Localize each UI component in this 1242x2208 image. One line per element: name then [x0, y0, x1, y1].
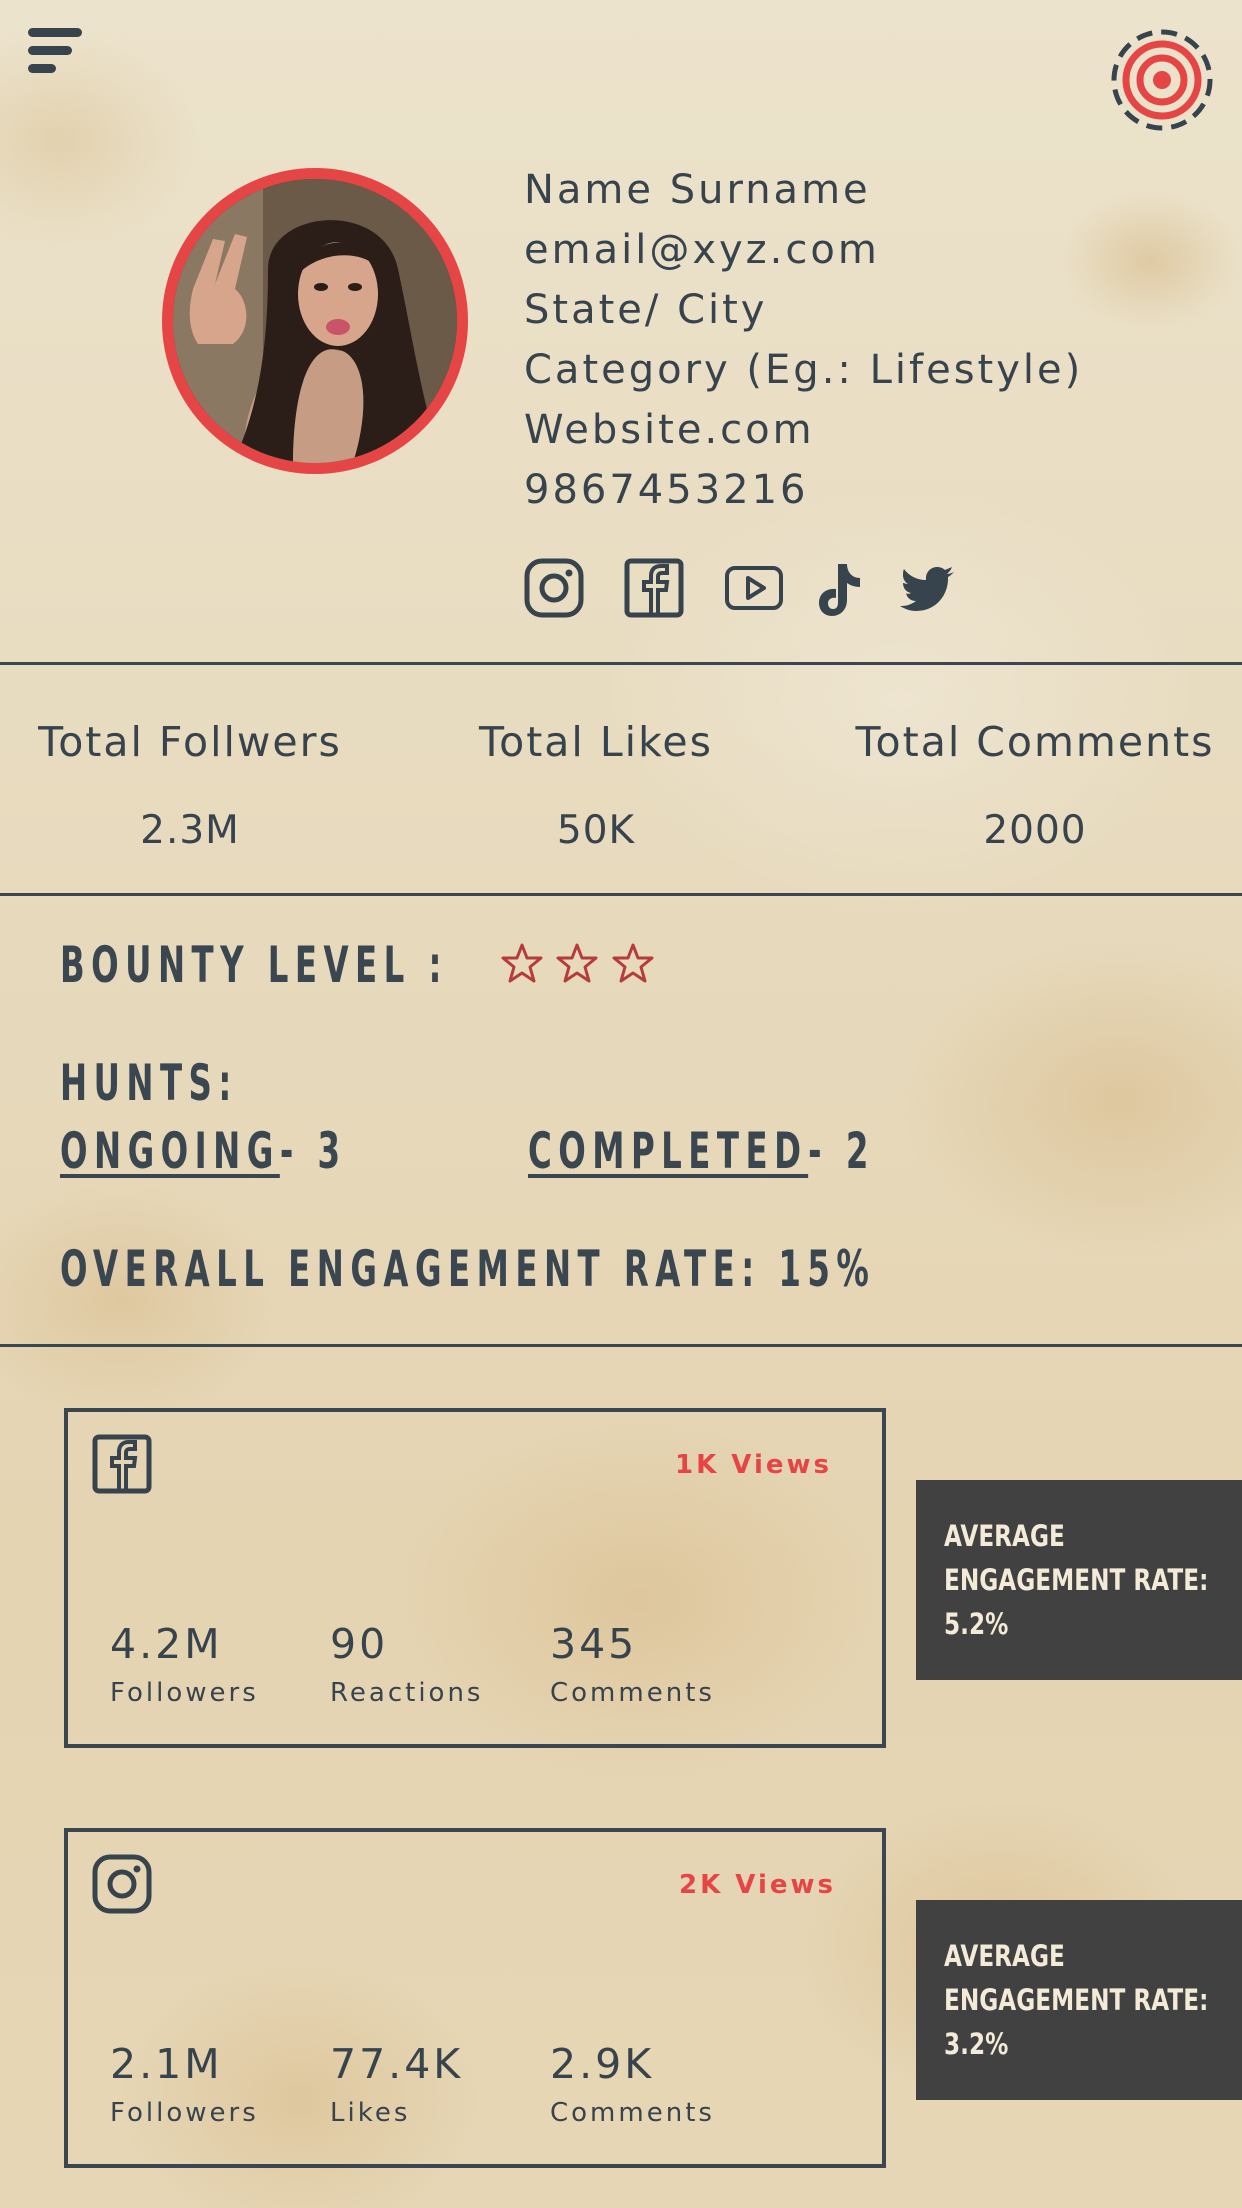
profile-location: State/ City — [524, 287, 768, 333]
star-icon — [500, 942, 544, 986]
star-icon — [611, 942, 655, 986]
bounty-level-label: BOUNTY LEVEL : — [60, 936, 448, 994]
stat-label: Followers — [110, 1678, 259, 1708]
completed-link[interactable]: COMPLETED — [528, 1122, 808, 1180]
target-icon[interactable] — [1110, 28, 1214, 132]
stat-label: Reactions — [330, 1678, 484, 1708]
instagram-icon — [92, 1854, 152, 1914]
total-followers-value: 2.3M — [140, 808, 240, 853]
stat-value: 345 — [550, 1620, 638, 1668]
stat-value: 77.4K — [330, 2040, 464, 2088]
aer-value: 5.2% — [944, 1607, 1009, 1641]
facebook-icon — [92, 1434, 152, 1494]
total-likes-label: Total Likes — [479, 718, 713, 766]
aer-line: AVERAGE — [944, 1519, 1065, 1553]
profile-category: Category (Eg.: Lifestyle) — [524, 347, 1084, 393]
stat-label: Followers — [110, 2098, 259, 2128]
hunts-ongoing[interactable]: ONGOING- 3 — [60, 1122, 347, 1180]
stat-label: Comments — [550, 2098, 715, 2128]
profile-website[interactable]: Website.com — [524, 406, 815, 454]
tiktok-icon[interactable] — [818, 558, 864, 618]
average-engagement-rate-instagram: AVERAGE ENGAGEMENT RATE: 3.2% — [916, 1900, 1242, 2100]
stat-label: Comments — [550, 1678, 715, 1708]
total-likes-value: 50K — [556, 808, 636, 853]
total-followers-label: Total Follwers — [38, 718, 342, 766]
divider — [0, 662, 1242, 665]
hamburger-menu-icon[interactable] — [28, 28, 84, 84]
stat-value: 2.9K — [550, 2040, 655, 2088]
hunts-completed[interactable]: COMPLETED- 2 — [528, 1122, 875, 1180]
completed-count: - 2 — [808, 1122, 875, 1180]
youtube-icon[interactable] — [724, 558, 784, 618]
views-count: 1K Views — [675, 1450, 832, 1480]
divider — [0, 1344, 1242, 1347]
views-count: 2K Views — [679, 1870, 836, 1900]
instagram-icon[interactable] — [524, 558, 584, 618]
platform-card-instagram[interactable]: 2K Views 2.1M Followers 77.4K Likes 2.9K… — [64, 1828, 886, 2168]
platform-card-facebook[interactable]: 1K Views 4.2M Followers 90 Reactions 345… — [64, 1408, 886, 1748]
total-comments-value: 2000 — [983, 808, 1087, 853]
aer-line: ENGAGEMENT RATE: — [944, 1563, 1209, 1597]
profile-email[interactable]: email@xyz.com — [524, 226, 880, 274]
average-engagement-rate-facebook: AVERAGE ENGAGEMENT RATE: 5.2% — [916, 1480, 1242, 1680]
aer-line: AVERAGE — [944, 1939, 1065, 1973]
ongoing-count: - 3 — [279, 1122, 347, 1180]
stat-value: 90 — [330, 1620, 389, 1668]
twitter-icon[interactable] — [900, 558, 956, 618]
profile-name: Name Surname — [524, 167, 871, 213]
aer-line: ENGAGEMENT RATE: — [944, 1983, 1209, 2017]
stat-value: 4.2M — [110, 1620, 223, 1668]
facebook-icon[interactable] — [624, 558, 684, 618]
total-comments-label: Total Comments — [855, 718, 1215, 766]
stat-label: Likes — [330, 2098, 411, 2128]
profile-avatar — [162, 168, 468, 474]
aer-value: 3.2% — [944, 2027, 1009, 2061]
overall-engagement-rate: OVERALL ENGAGEMENT RATE: 15% — [60, 1240, 876, 1298]
stat-value: 2.1M — [110, 2040, 223, 2088]
hunts-label: HUNTS: — [60, 1054, 238, 1112]
star-icon — [555, 942, 599, 986]
divider — [0, 893, 1242, 896]
profile-phone: 9867453216 — [524, 467, 809, 513]
ongoing-link[interactable]: ONGOING — [60, 1122, 280, 1180]
